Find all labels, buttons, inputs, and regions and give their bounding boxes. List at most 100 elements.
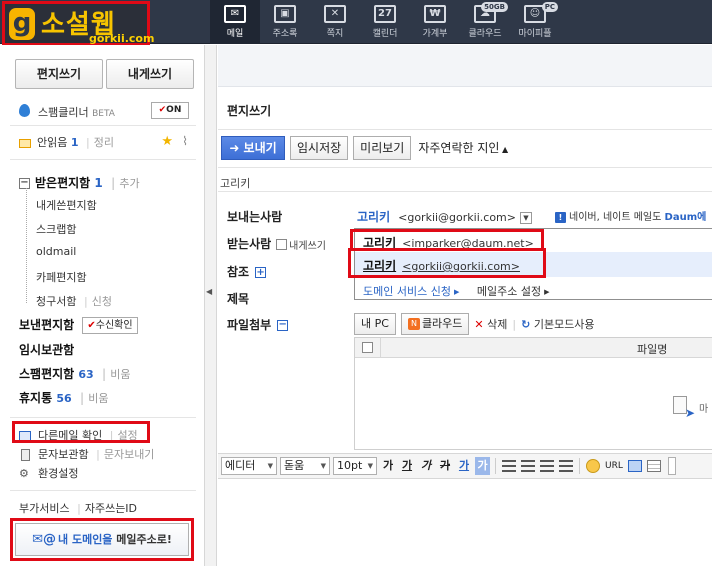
folder-bill[interactable]: 청구서함 | 신청 <box>36 293 112 309</box>
select-all-checkbox[interactable] <box>362 342 373 353</box>
folder-oldmail[interactable]: oldmail <box>36 245 76 258</box>
spam-cleaner-toggle[interactable]: ✔ON <box>151 102 189 119</box>
self-checkbox-label[interactable]: 내게쓰기 <box>289 241 326 252</box>
sender-select[interactable]: 고리키 <gorkii@gorkii.com> ▼ <box>357 208 532 225</box>
nav-mail[interactable]: ✉ 메일 <box>210 0 260 44</box>
logo[interactable]: g 소설웹 gorkii.com <box>2 1 154 46</box>
domain-service-link[interactable]: 도메인 서비스 신청 ▶ <box>363 285 459 298</box>
import-notice[interactable]: ! 네이버, 네이트 메일도 Daum에 <box>555 208 706 223</box>
collapse-arrow-icon[interactable]: ◀ <box>206 287 212 296</box>
nav-calendar[interactable]: 27 캘린더 <box>360 0 410 44</box>
preview-button[interactable]: 미리보기 <box>353 135 412 160</box>
frequent-contacts-menu[interactable]: 자주연락한 지인 ▲ <box>418 139 508 156</box>
at-mail-icon: ✉@ <box>32 532 56 547</box>
paperclip-icon[interactable]: ⌇ <box>182 134 188 148</box>
delete-attachment-link[interactable]: ✕ 삭제 <box>474 316 507 332</box>
receipt-check-button[interactable]: ✔수신확인 <box>82 317 138 334</box>
attachment-table-header: 파일명 <box>355 338 712 358</box>
add-folder-link[interactable]: 추가 <box>119 177 139 190</box>
align-center-icon[interactable] <box>521 460 535 472</box>
sms-box-link[interactable]: 문자보관함 <box>38 448 89 461</box>
nav-memo[interactable]: ✕ 쪽지 <box>310 0 360 44</box>
cleanup-link[interactable]: 정리 <box>94 136 114 149</box>
more-tools-button[interactable] <box>667 457 676 475</box>
unread-count[interactable]: 1 <box>71 136 79 149</box>
font-size-select[interactable]: 10pt ▼ <box>333 457 377 475</box>
expand-cc-icon[interactable]: + <box>255 267 267 278</box>
spam-cleaner-label[interactable]: 스팸클리너 BETA <box>38 104 115 120</box>
folder-inbox[interactable]: − 받은편지함 1 | 추가 <box>19 174 140 191</box>
nav-label: 클라우드 <box>468 29 502 39</box>
service-nav: ✉ 메일 ▣ 주소록 ✕ 쪽지 27 캘린더 ₩ 가계부 50GB ☁ 클라우드… <box>210 0 560 44</box>
empty-trash-link[interactable]: 비움 <box>88 392 108 405</box>
table-icon[interactable] <box>646 460 661 472</box>
align-left-icon[interactable] <box>502 460 516 472</box>
align-justify-icon[interactable] <box>559 460 573 472</box>
addon-service-link[interactable]: 부가서비스 <box>19 502 70 515</box>
background-color-button[interactable]: 가 <box>475 457 490 475</box>
write-mail-button[interactable]: 편지쓰기 <box>15 59 103 89</box>
strikethrough-button[interactable]: 가 <box>437 457 453 475</box>
sms-send-link[interactable]: 문자보내기 <box>104 448 155 461</box>
check-icon: ✔ <box>87 320 96 331</box>
attach-cloud-button[interactable]: N 클라우드 <box>400 313 470 335</box>
triangle-right-icon: ▶ <box>544 288 550 296</box>
image-icon[interactable] <box>627 460 642 472</box>
folder-sent[interactable]: 보낸편지함 ✔수신확인 <box>19 316 138 334</box>
frequent-id-link[interactable]: 자주쓰는ID <box>85 502 137 515</box>
folder-cafe[interactable]: 카페편지함 <box>36 269 87 285</box>
folder-self-mail[interactable]: 내게쓴편지함 <box>36 197 97 213</box>
link-label: 기본모드사용 <box>533 318 595 331</box>
nav-label: 캘린더 <box>372 29 398 39</box>
attach-my-pc-button[interactable]: 내 PC <box>354 313 396 335</box>
basic-mode-link[interactable]: ↻ 기본모드사용 <box>521 316 594 332</box>
mail-address-setting-link[interactable]: 메일주소 설정 ▶ <box>477 285 550 298</box>
spam-cleaner-icon <box>19 104 30 117</box>
highlight-gorkii-option <box>348 248 546 278</box>
write-to-self-button[interactable]: 내게쓰기 <box>106 59 194 89</box>
save-draft-button[interactable]: 임시저장 <box>290 135 349 160</box>
folder-label: 스팸편지함 <box>19 367 75 381</box>
italic-button[interactable]: 가 <box>418 457 434 475</box>
logo-domain: gorkii.com <box>89 32 155 45</box>
self-checkbox[interactable] <box>276 239 288 250</box>
editor-mode-select[interactable]: 에디터 ▼ <box>221 457 277 475</box>
divider <box>218 129 712 130</box>
nav-mypeople[interactable]: PC ☺ 마이피플 <box>510 0 560 44</box>
attachment-table[interactable]: 파일명 ➤ 마 <box>354 337 712 450</box>
star-icon[interactable]: ★ <box>161 134 173 149</box>
nav-address-book[interactable]: ▣ 주소록 <box>260 0 310 44</box>
font-family-select[interactable]: 돋움 ▼ <box>280 457 330 475</box>
underline-button[interactable]: 가 <box>399 457 415 475</box>
chevron-down-icon[interactable]: ▼ <box>519 212 532 224</box>
folder-spam[interactable]: 스팸편지함 63 | 비움 <box>19 365 131 382</box>
nav-account-book[interactable]: ₩ 가계부 <box>410 0 460 44</box>
empty-spam-link[interactable]: 비움 <box>110 368 130 381</box>
folder-scrap[interactable]: 스크랩함 <box>36 221 76 237</box>
nav-cloud[interactable]: 50GB ☁ 클라우드 <box>460 0 510 44</box>
folder-trash[interactable]: 휴지통 56 | 비움 <box>19 389 108 406</box>
font-color-button[interactable]: 가 <box>456 457 472 475</box>
top-navigation-bar: g 소설웹 gorkii.com ✉ 메일 ▣ 주소록 ✕ 쪽지 27 캘린더 … <box>0 0 712 46</box>
bold-button[interactable]: 가 <box>380 457 396 475</box>
chevron-down-icon: ▼ <box>367 462 373 470</box>
sender-email: <gorkii@gorkii.com> <box>398 211 516 224</box>
unread-link[interactable]: 안읽음 <box>37 136 67 149</box>
align-right-icon[interactable] <box>540 460 554 472</box>
domain-button-post: 메일주소로! <box>116 533 172 546</box>
toggle-label: ON <box>166 105 182 115</box>
bill-apply-link[interactable]: 신청 <box>92 295 112 308</box>
pipe: | <box>79 391 85 405</box>
collapse-icon[interactable]: − <box>19 178 30 189</box>
send-button[interactable]: ➜ 보내기 <box>221 135 285 160</box>
button-label: 클라우드 <box>421 317 463 330</box>
settings-link[interactable]: 환경설정 <box>38 467 78 480</box>
caret-up-icon: ▲ <box>499 145 509 154</box>
collapse-attachment-icon[interactable]: − <box>277 320 289 331</box>
my-domain-button[interactable]: ✉@ 내 도메인을 메일주소로! <box>15 523 189 556</box>
folder-drafts[interactable]: 임시보관함 <box>19 341 74 358</box>
select-value: 돋움 <box>284 459 305 472</box>
sidebar-splitter[interactable]: ◀ <box>205 45 217 566</box>
link-url-button[interactable]: URL <box>605 461 623 471</box>
emoticon-icon[interactable] <box>586 459 600 473</box>
